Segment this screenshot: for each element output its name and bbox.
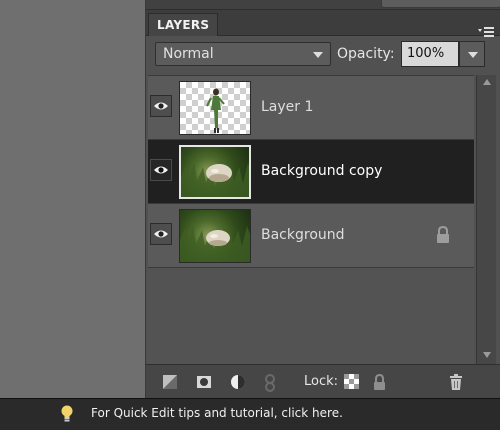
eye-icon [154, 102, 168, 110]
layer-name: Layer 1 [261, 99, 314, 115]
layers-scrollbar[interactable] [476, 75, 496, 364]
lightbulb-icon [61, 405, 73, 422]
new-layer-icon[interactable] [162, 374, 178, 390]
blend-mode-value: Normal [163, 46, 214, 62]
lock-label: Lock: [304, 374, 339, 389]
chevron-down-icon [468, 52, 478, 58]
layers-panel: LAYERS Normal Opacity: 100% Layer 1 Back… [145, 0, 500, 398]
visibility-toggle[interactable] [150, 223, 172, 245]
panel-top-button[interactable] [381, 0, 500, 8]
eye-icon [154, 230, 168, 238]
blend-mode-select[interactable]: Normal [155, 42, 331, 66]
adjustment-layer-icon[interactable] [230, 374, 246, 390]
layer-thumbnail [179, 81, 251, 135]
opacity-label: Opacity: [337, 46, 395, 62]
scroll-up-icon[interactable] [483, 79, 491, 85]
scroll-down-icon[interactable] [483, 352, 491, 358]
lock-icon [437, 226, 449, 243]
status-bar[interactable]: For Quick Edit tips and tutorial, click … [0, 398, 500, 430]
lock-all-icon[interactable] [372, 374, 387, 391]
lock-transparent-icon[interactable] [344, 374, 359, 389]
canvas-area [0, 0, 145, 398]
layers-list: Layer 1 Background copy Background [148, 75, 474, 364]
panel-top-strip [146, 0, 500, 10]
tab-layers[interactable]: LAYERS [148, 13, 219, 36]
layer-thumbnail [179, 209, 251, 263]
layer-name: Background copy [261, 163, 383, 179]
layers-bottom-toolbar: Lock: [146, 364, 500, 398]
trash-icon[interactable] [449, 374, 463, 391]
layer-row-background-copy[interactable]: Background copy [148, 140, 474, 204]
opacity-input[interactable]: 100% [401, 41, 459, 67]
link-icon[interactable] [264, 374, 276, 392]
layer-row-layer-1[interactable]: Layer 1 [148, 76, 474, 140]
panel-tab-bar: LAYERS [146, 10, 500, 37]
opacity-dropdown-button[interactable] [459, 41, 485, 67]
layer-thumbnail [179, 145, 251, 199]
quick-edit-tip-link[interactable]: For Quick Edit tips and tutorial, click … [91, 406, 343, 420]
layer-name: Background [261, 227, 345, 243]
eye-icon [154, 166, 168, 174]
chevron-down-icon [313, 52, 323, 58]
visibility-toggle[interactable] [150, 95, 172, 117]
mask-icon[interactable] [196, 374, 212, 390]
visibility-toggle[interactable] [150, 159, 172, 181]
layer-row-background[interactable]: Background [148, 204, 474, 268]
layer-controls: Normal Opacity: 100% [146, 37, 500, 75]
